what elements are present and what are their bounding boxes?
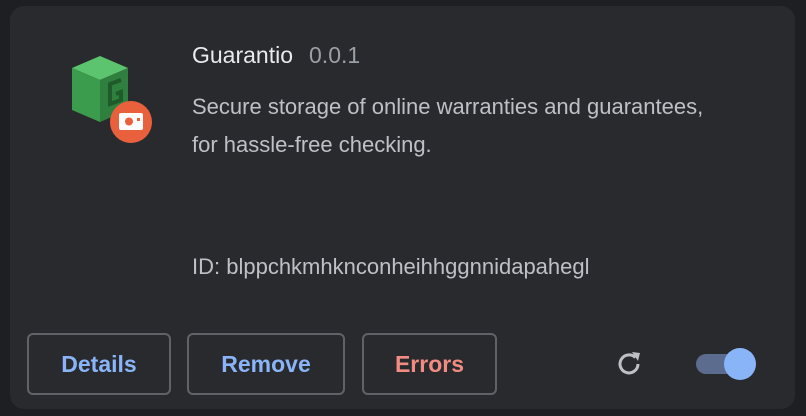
reload-icon[interactable] [614, 349, 644, 379]
extension-title-row: Guarantio 0.0.1 [192, 42, 360, 69]
extension-name: Guarantio [192, 42, 294, 68]
policy-badge-icon [109, 100, 153, 144]
extension-id: ID: blppchkmhknconheihhggnnidapahegl [192, 254, 590, 279]
details-button[interactable]: Details [27, 333, 171, 395]
errors-button[interactable]: Errors [362, 333, 497, 395]
extension-card: Guarantio 0.0.1 Secure storage of online… [10, 6, 795, 409]
enable-toggle[interactable] [694, 348, 758, 380]
extension-description: Secure storage of online warranties and … [192, 94, 704, 157]
green-cube-icon [66, 50, 166, 150]
extension-version: 0.0.1 [309, 42, 361, 68]
toggle-knob [724, 348, 756, 380]
remove-button[interactable]: Remove [187, 333, 345, 395]
